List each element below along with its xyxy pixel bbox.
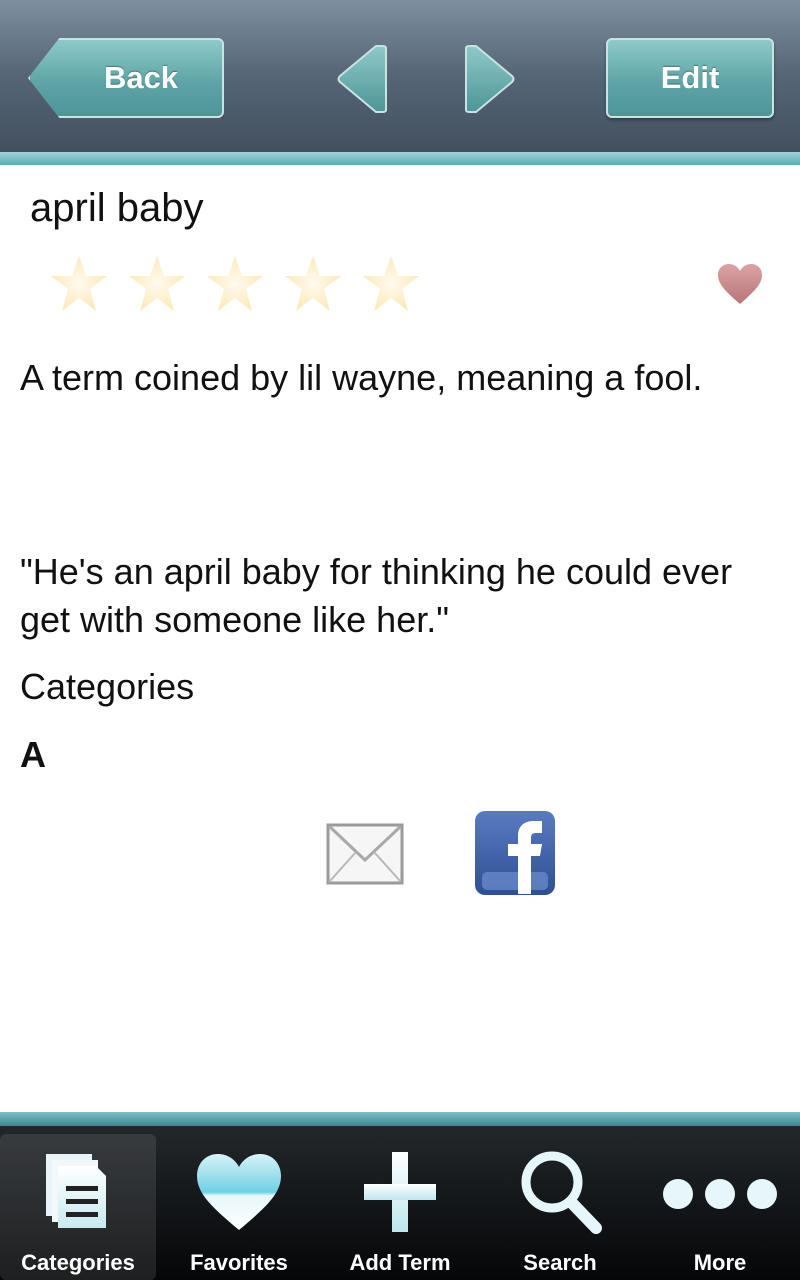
star-icon[interactable] [284, 254, 342, 314]
tab-label: Search [523, 1250, 597, 1275]
tab-label: Favorites [190, 1250, 288, 1275]
tab-bar-divider [0, 1112, 800, 1126]
tab-add-term[interactable]: Add Term [322, 1134, 478, 1280]
facebook-icon[interactable] [474, 810, 556, 896]
chevron-left-icon[interactable] [336, 44, 388, 114]
document-list-icon [30, 1144, 126, 1240]
tab-more[interactable]: More [642, 1134, 798, 1280]
envelope-icon[interactable] [326, 822, 404, 886]
rating-stars[interactable] [50, 254, 420, 318]
star-icon[interactable] [128, 254, 186, 314]
term-definition: A term coined by lil wayne, meaning a fo… [20, 357, 703, 398]
term-example: "He's an april baby for thinking he coul… [20, 551, 733, 640]
tab-label: More [693, 1250, 747, 1275]
favorite-heart-icon[interactable] [716, 262, 764, 306]
magnifier-icon [512, 1144, 608, 1240]
tab-search[interactable]: Search [482, 1134, 638, 1280]
categories-heading: Categories [20, 666, 195, 707]
nav-divider [0, 152, 800, 165]
tab-categories[interactable]: Categories [0, 1134, 156, 1280]
tab-bar: Categories Favorites Add Term Search Mor… [0, 1112, 800, 1280]
term-title: april baby [30, 186, 204, 230]
tab-label: Categories [21, 1250, 135, 1275]
star-icon[interactable] [362, 254, 420, 314]
back-button[interactable]: Back [28, 38, 224, 118]
category-link[interactable]: A [20, 734, 46, 776]
star-icon[interactable] [50, 254, 108, 314]
tab-favorites[interactable]: Favorites [161, 1134, 317, 1280]
navigation-bar: Back Edit [0, 0, 800, 165]
ellipsis-icon [660, 1144, 780, 1240]
edit-button[interactable]: Edit [606, 38, 774, 118]
chevron-right-icon[interactable] [464, 44, 516, 114]
tab-label: Add Term [349, 1250, 451, 1275]
star-icon[interactable] [206, 254, 264, 314]
plus-icon [352, 1144, 448, 1240]
heart-icon [191, 1144, 287, 1240]
